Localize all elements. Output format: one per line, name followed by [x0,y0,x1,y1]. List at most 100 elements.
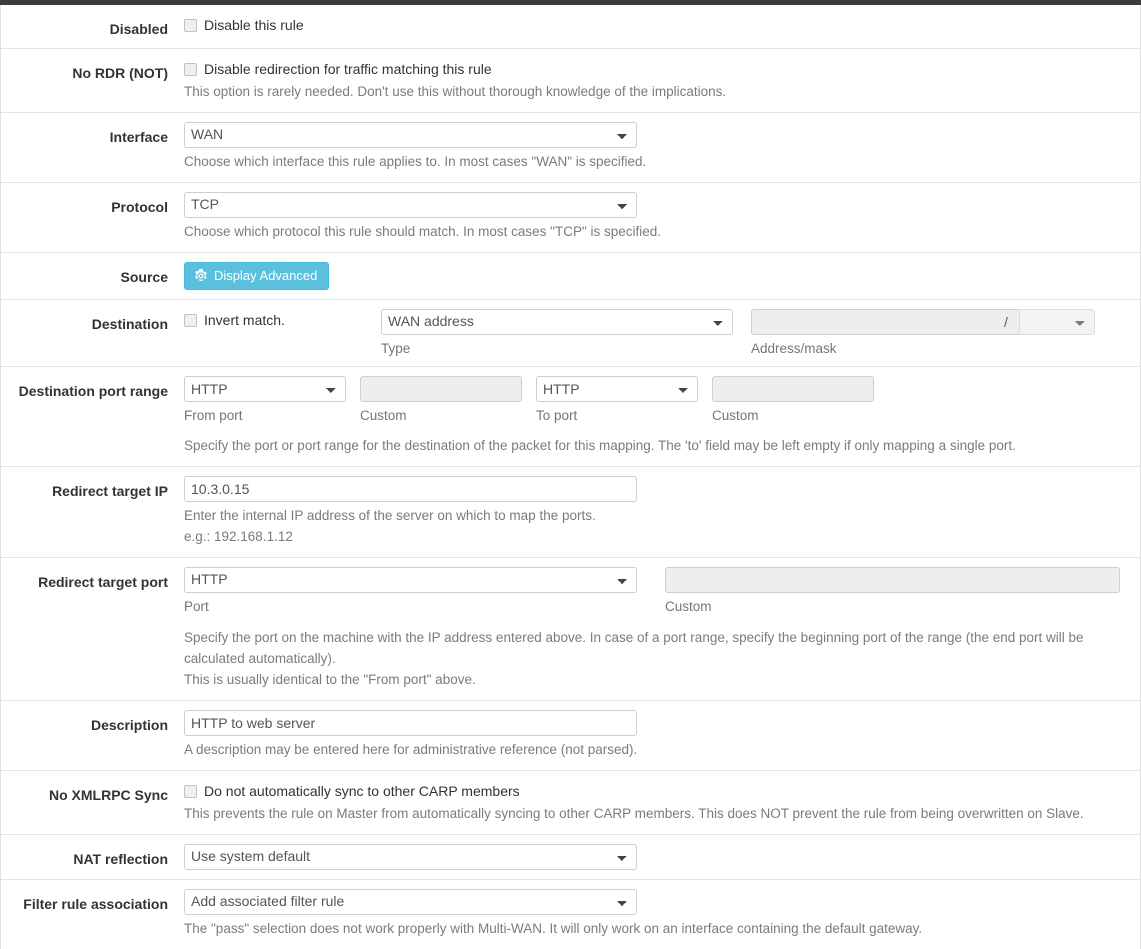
label-description: Description [1,710,184,735]
redirect-target-port-custom-input[interactable] [665,567,1120,593]
nat-port-forward-form: Disabled Disable this rule No RDR (NOT) … [0,5,1141,949]
from-port-custom-input[interactable] [360,376,522,402]
form-row-nat-reflection: NAT reflection Use system default [1,835,1140,880]
no-rdr-label: Disable redirection for traffic matching… [204,61,492,78]
disable-rule-label: Disable this rule [204,17,304,34]
protocol-help-text: Choose which protocol this rule should m… [184,222,1132,243]
label-no-rdr: No RDR (NOT) [1,58,184,83]
field-redirect-target-port: HTTP Port Custom Specify the port on the… [184,567,1140,691]
label-disabled: Disabled [1,14,184,39]
display-advanced-label: Display Advanced [214,269,317,282]
form-row-destination-port-range: Destination port range HTTP From port Cu… [1,367,1140,466]
field-protocol: TCP Choose which protocol this rule shou… [184,192,1140,243]
label-interface: Interface [1,122,184,147]
label-nat-reflection: NAT reflection [1,844,184,869]
from-port-group: HTTP From port [184,376,346,425]
field-source: Display Advanced [184,262,1140,290]
interface-help-text: Choose which interface this rule applies… [184,152,1132,173]
form-row-no-xmlrpc-sync: No XMLRPC Sync Do not automatically sync… [1,771,1140,835]
field-nat-reflection: Use system default [184,844,1140,870]
interface-select[interactable]: WAN [184,122,637,148]
to-port-group: HTTP To port [536,376,698,425]
form-row-redirect-target-ip: Redirect target IP Enter the internal IP… [1,467,1140,558]
field-interface: WAN Choose which interface this rule app… [184,122,1140,173]
no-rdr-help-text: This option is rarely needed. Don't use … [184,82,1132,103]
destination-address-input[interactable] [751,309,993,335]
destination-invert-group: Invert match. [184,309,381,329]
no-xmlrpc-sync-label: Do not automatically sync to other CARP … [204,783,520,800]
form-row-source: Source Display Advanced [1,253,1140,300]
field-redirect-target-ip: Enter the internal IP address of the ser… [184,476,1140,548]
to-port-select[interactable]: HTTP [536,376,698,402]
filter-rule-association-select[interactable]: Add associated filter rule [184,889,637,915]
redirect-custom-sublabel: Custom [665,598,1120,616]
disable-rule-checkbox[interactable] [184,19,197,32]
no-rdr-checkbox-group[interactable]: Disable redirection for traffic matching… [184,58,1132,78]
destination-type-sublabel: Type [381,340,733,358]
field-no-xmlrpc-sync: Do not automatically sync to other CARP … [184,780,1140,825]
description-help-text: A description may be entered here for ad… [184,740,1132,761]
description-input[interactable] [184,710,637,736]
field-description: A description may be entered here for ad… [184,710,1140,761]
destination-controls: Invert match. WAN address Type / [184,309,1132,358]
protocol-select[interactable]: TCP [184,192,637,218]
disable-rule-checkbox-group[interactable]: Disable this rule [184,14,1132,34]
from-port-select[interactable]: HTTP [184,376,346,402]
from-custom-sublabel: Custom [360,407,522,425]
label-redirect-target-ip: Redirect target IP [1,476,184,501]
destination-port-range-help-text: Specify the port or port range for the d… [184,436,1132,457]
redirect-target-ip-input[interactable] [184,476,637,502]
no-xmlrpc-sync-help-text: This prevents the rule on Master from au… [184,804,1132,825]
gear-icon [194,269,208,283]
from-custom-group: Custom [360,376,522,425]
to-port-custom-input[interactable] [712,376,874,402]
label-source: Source [1,262,184,287]
invert-match-label: Invert match. [204,312,285,329]
field-destination-port-range: HTTP From port Custom HTTP To port Cust [184,376,1140,456]
destination-address-group: / Address/mask [751,309,1095,358]
redirect-target-ip-help-line2: e.g.: 192.168.1.12 [184,527,1132,548]
field-destination: Invert match. WAN address Type / [184,309,1140,358]
nat-reflection-select[interactable]: Use system default [184,844,637,870]
destination-type-select[interactable]: WAN address [381,309,733,335]
label-redirect-target-port: Redirect target port [1,567,184,592]
to-port-sublabel: To port [536,407,698,425]
redirect-port-group: HTTP Port [184,567,637,616]
display-advanced-button[interactable]: Display Advanced [184,262,329,290]
label-destination: Destination [1,309,184,334]
redirect-target-ip-help-line1: Enter the internal IP address of the ser… [184,506,1132,527]
to-custom-sublabel: Custom [712,407,874,425]
field-filter-rule-association: Add associated filter rule The "pass" se… [184,889,1140,940]
destination-address-sublabel: Address/mask [751,340,1095,358]
form-row-destination: Destination Invert match. WAN address Ty… [1,300,1140,368]
field-disabled: Disable this rule [184,14,1140,34]
redirect-target-port-select[interactable]: HTTP [184,567,637,593]
redirect-target-port-help-line2: This is usually identical to the "From p… [184,670,1132,691]
form-row-interface: Interface WAN Choose which interface thi… [1,113,1140,183]
redirect-port-controls: HTTP Port Custom [184,567,1132,616]
port-range-controls: HTTP From port Custom HTTP To port Cust [184,376,1132,425]
label-protocol: Protocol [1,192,184,217]
no-rdr-checkbox[interactable] [184,63,197,76]
no-xmlrpc-sync-checkbox[interactable] [184,785,197,798]
field-no-rdr: Disable redirection for traffic matching… [184,58,1140,103]
invert-match-checkbox[interactable] [184,314,197,327]
form-row-redirect-target-port: Redirect target port HTTP Port Custom Sp… [1,558,1140,701]
slash-separator: / [993,309,1019,335]
form-row-protocol: Protocol TCP Choose which protocol this … [1,183,1140,253]
form-row-description: Description A description may be entered… [1,701,1140,771]
label-destination-port-range: Destination port range [1,376,184,401]
form-row-disabled: Disabled Disable this rule [1,5,1140,49]
destination-type-group: WAN address Type [381,309,733,358]
redirect-target-port-help-line1: Specify the port on the machine with the… [184,628,1132,670]
address-mask-input-group: / [751,309,1095,335]
form-row-filter-rule-association: Filter rule association Add associated f… [1,880,1140,949]
to-custom-group: Custom [712,376,874,425]
filter-rule-association-help-text: The "pass" selection does not work prope… [184,919,1132,940]
form-row-no-rdr: No RDR (NOT) Disable redirection for tra… [1,49,1140,113]
invert-match-checkbox-group[interactable]: Invert match. [184,309,381,329]
destination-mask-select[interactable] [1019,309,1095,335]
no-xmlrpc-sync-checkbox-group[interactable]: Do not automatically sync to other CARP … [184,780,1132,800]
from-port-sublabel: From port [184,407,346,425]
redirect-port-sublabel: Port [184,598,637,616]
